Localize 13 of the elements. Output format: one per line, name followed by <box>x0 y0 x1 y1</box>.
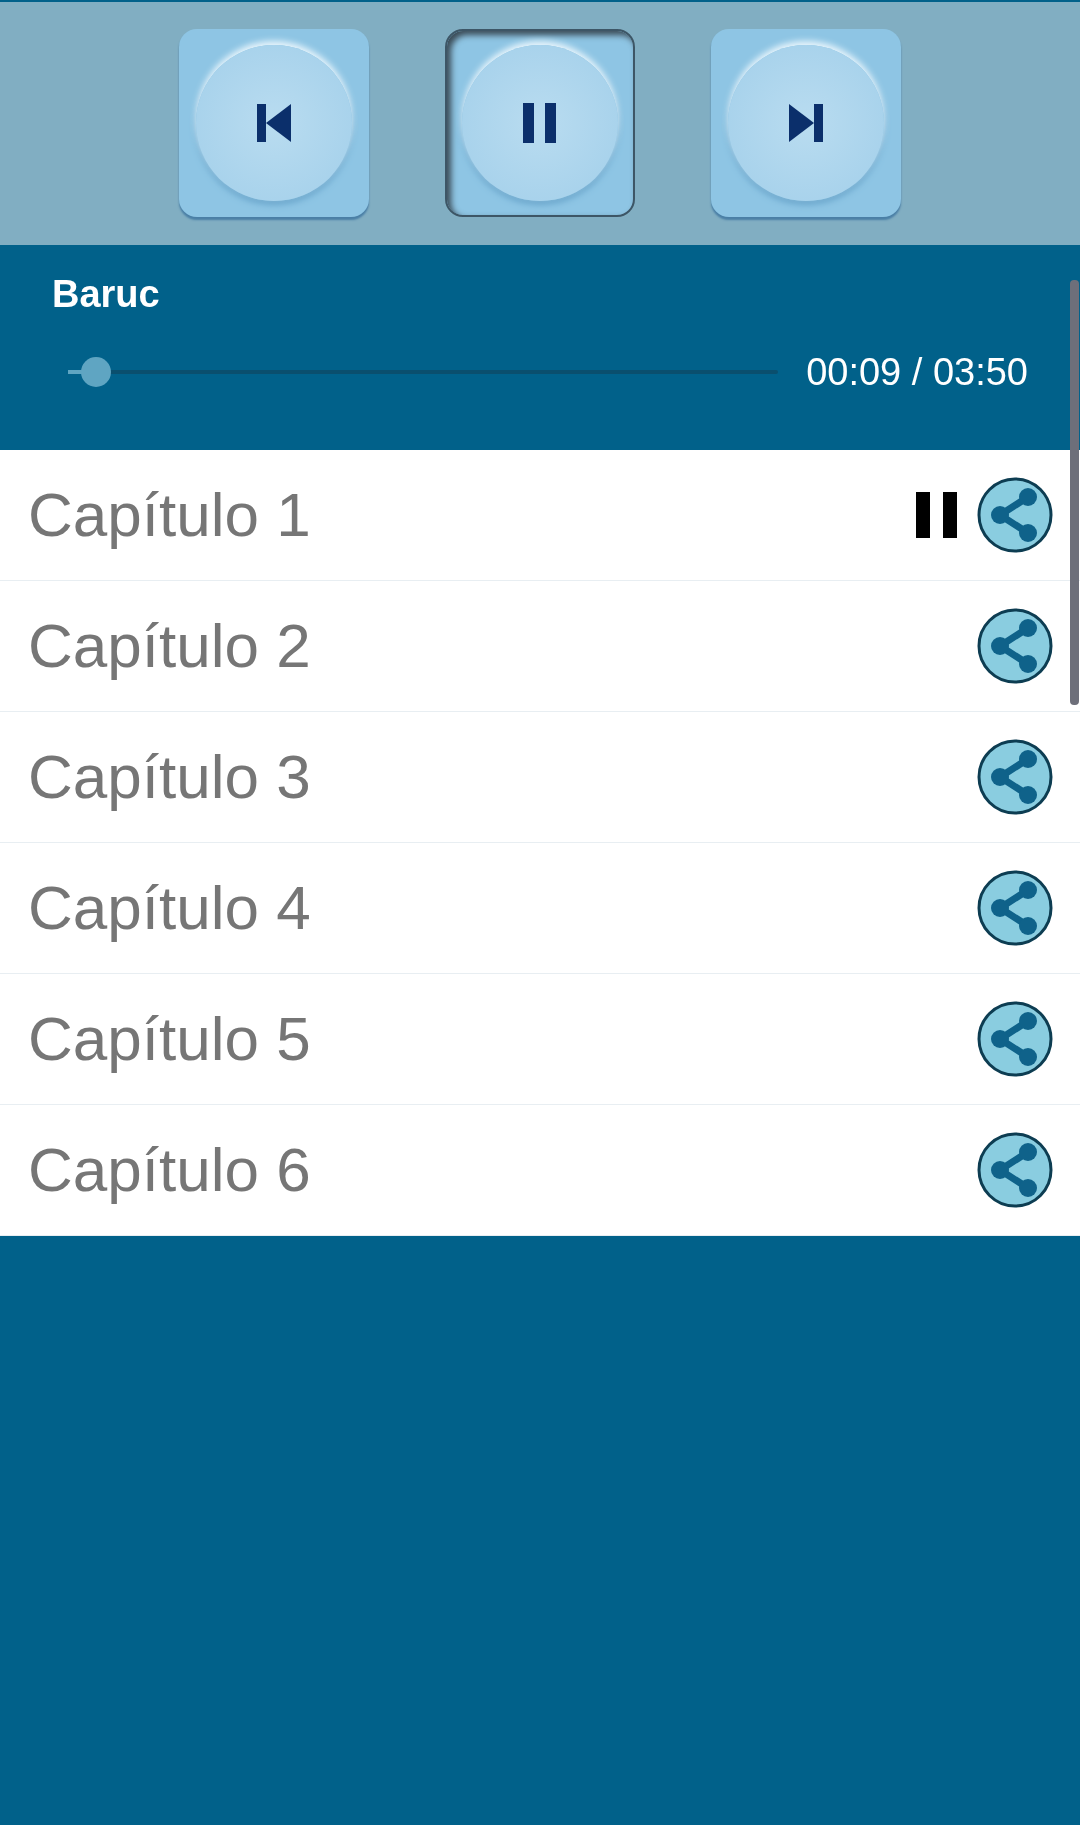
share-icon[interactable] <box>976 1000 1054 1078</box>
share-icon[interactable] <box>976 1131 1054 1209</box>
share-icon[interactable] <box>976 476 1054 554</box>
share-icon[interactable] <box>976 607 1054 685</box>
share-icon[interactable] <box>976 738 1054 816</box>
track-title: Baruc <box>52 275 161 313</box>
next-button[interactable] <box>711 28 901 217</box>
previous-button[interactable] <box>179 28 369 217</box>
pause-icon[interactable] <box>916 492 958 538</box>
share-icon[interactable] <box>976 869 1054 947</box>
time-readout: 00:09 / 03:50 <box>806 353 1028 391</box>
seek-slider[interactable] <box>68 356 778 388</box>
pause-button[interactable] <box>445 28 635 217</box>
